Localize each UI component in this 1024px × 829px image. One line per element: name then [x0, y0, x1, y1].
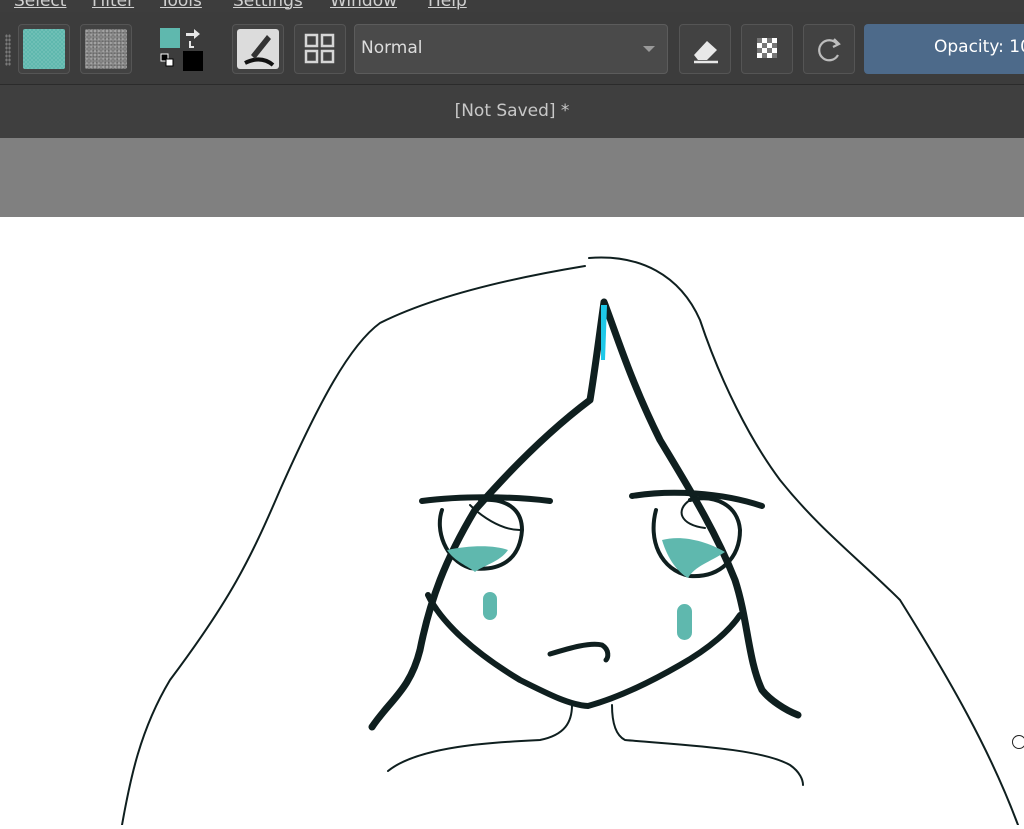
shoulder-right	[611, 704, 804, 786]
menu-select[interactable]: Select	[14, 0, 66, 11]
color-selector[interactable]	[156, 25, 208, 75]
tool-options-bar: Normal Opacity: 10	[0, 12, 1024, 85]
brush-preset-button[interactable]	[232, 24, 284, 74]
preserve-alpha-button[interactable]	[741, 24, 793, 74]
document-title: [Not Saved] *	[454, 101, 570, 121]
toolbar-grip-handle[interactable]	[5, 34, 11, 66]
brush-cursor-outline	[1012, 735, 1024, 749]
menu-window[interactable]: Window	[330, 0, 397, 11]
brush-preset-icon	[237, 29, 279, 69]
reload-preset-button[interactable]	[803, 24, 855, 74]
opacity-value: Opacity: 10	[934, 37, 1024, 57]
menu-settings[interactable]: Settings	[233, 0, 303, 11]
foreground-color-swatch	[160, 28, 180, 48]
reload-icon	[818, 38, 841, 62]
gradient-swatch-icon	[23, 29, 65, 69]
blend-mode-value: Normal	[361, 38, 423, 58]
opacity-slider[interactable]: Opacity: 10	[864, 24, 1024, 74]
hair-highlight	[601, 305, 607, 360]
checkerboard-icon	[757, 38, 777, 58]
menu-bar: Select Filter Tools Settings Window Help	[0, 0, 1024, 12]
swap-colors-icon	[186, 29, 200, 39]
sketch-drawing	[121, 256, 1019, 826]
document-title-bar: [Not Saved] *	[0, 85, 1024, 138]
pattern-selector-button[interactable]	[80, 24, 132, 74]
menu-tools[interactable]: Tools	[160, 0, 202, 11]
face-contour	[425, 592, 743, 709]
workspace-options-button[interactable]	[294, 24, 346, 74]
eraser-icon	[694, 41, 718, 64]
tears	[447, 538, 725, 640]
canvas-gutter	[0, 138, 1024, 217]
shoulder-left	[387, 704, 573, 772]
chevron-down-icon	[643, 46, 655, 52]
background-color-swatch	[183, 51, 203, 71]
drawing-canvas[interactable]	[0, 217, 1024, 826]
menu-help[interactable]: Help	[428, 0, 467, 11]
blend-mode-select[interactable]: Normal	[354, 24, 668, 74]
grid-options-icon	[304, 33, 335, 64]
mouth	[547, 641, 611, 663]
gradient-selector-button[interactable]	[18, 24, 70, 74]
menu-filter[interactable]: Filter	[92, 0, 134, 11]
eraser-mode-button[interactable]	[679, 24, 731, 74]
fg-bg-color-icon	[160, 28, 203, 71]
pattern-swatch-icon	[85, 29, 127, 69]
